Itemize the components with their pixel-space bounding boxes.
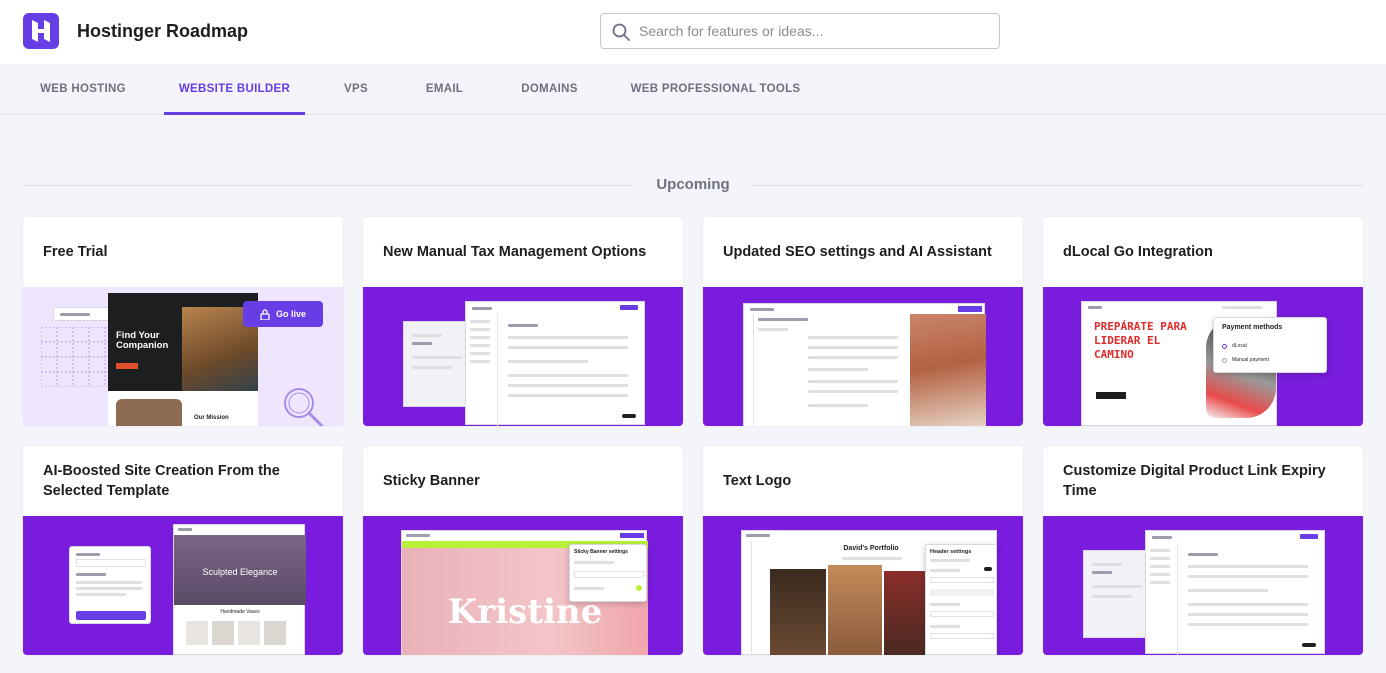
product-settings-mock — [1145, 530, 1325, 655]
go-live-badge: Go live — [243, 301, 323, 327]
header-settings-panel: Header settings — [925, 544, 997, 655]
order-summary-mock — [403, 321, 473, 407]
roadmap-card-seo-settings[interactable]: Updated SEO settings and AI Assistant — [703, 217, 1023, 426]
card-preview: Kristine Sticky Banner settings — [363, 516, 683, 655]
site-hero: Find Your Companion — [108, 293, 258, 391]
card-preview — [1043, 516, 1363, 655]
card-preview: Sculpted Elegance Handmade Vases — [23, 516, 343, 655]
tab-email[interactable]: EMAIL — [407, 64, 482, 114]
card-title: Updated SEO settings and AI Assistant — [723, 244, 992, 260]
card-title: AI-Boosted Site Creation From the Select… — [43, 463, 280, 499]
brand-form-mock — [69, 546, 151, 624]
card-title: Text Logo — [723, 473, 792, 489]
tab-web-professional-tools[interactable]: WEB PROFESSIONAL TOOLS — [617, 64, 814, 114]
roadmap-card-dlocal[interactable]: dLocal Go Integration PREPÁRATE PARA LID… — [1043, 217, 1363, 426]
hostinger-logo-icon[interactable] — [23, 13, 59, 49]
roadmap-card-sticky-banner[interactable]: Sticky Banner Kristine Sticky Banner set… — [363, 446, 683, 655]
roadmap-card-text-logo[interactable]: Text Logo David's Portfolio Header setti… — [703, 446, 1023, 655]
roadmap-card-free-trial[interactable]: Free Trial Find Your Companion Go live O… — [23, 217, 343, 426]
poster-text: PREPÁRATE PARA LIDERAR EL CAMINO — [1094, 320, 1187, 361]
payment-methods-panel: Payment methods dLocal Manual payment — [1213, 317, 1327, 373]
tab-web-hosting[interactable]: WEB HOSTING — [23, 64, 143, 114]
card-preview — [703, 287, 1023, 426]
hero-title: Sculpted Elegance — [202, 567, 278, 577]
site-name: David's Portfolio — [843, 545, 899, 552]
card-title: Customize Digital Product Link Expiry Ti… — [1063, 463, 1326, 499]
tab-website-builder[interactable]: WEBSITE BUILDER — [164, 64, 305, 115]
roadmap-card-ai-boosted-site[interactable]: AI-Boosted Site Creation From the Select… — [23, 446, 343, 655]
search-box[interactable] — [600, 13, 1000, 49]
card-title: Sticky Banner — [383, 473, 480, 489]
card-preview — [363, 287, 683, 426]
card-title: dLocal Go Integration — [1063, 244, 1213, 260]
card-preview: Find Your Companion Go live Our Mission — [23, 287, 343, 426]
card-preview: PREPÁRATE PARA LIDERAR EL CAMINO Payment… — [1043, 287, 1363, 426]
hero-title: Find Your Companion — [116, 330, 169, 351]
hero-button — [116, 363, 138, 369]
card-title: Free Trial — [43, 244, 108, 260]
tab-domains[interactable]: DOMAINS — [502, 64, 597, 114]
app-title: Hostinger Roadmap — [77, 21, 249, 41]
sticky-banner-settings-panel: Sticky Banner settings — [569, 544, 647, 602]
settings-panel-mock — [465, 301, 645, 426]
roadmap-card-digital-product-link[interactable]: Customize Digital Product Link Expiry Ti… — [1043, 446, 1363, 655]
mission-section: Our Mission — [108, 391, 258, 426]
category-tabs: WEB HOSTING WEBSITE BUILDER VPS EMAIL DO… — [0, 64, 1386, 115]
search-input[interactable] — [639, 23, 979, 39]
magnifier-decoration-icon — [284, 388, 325, 426]
card-title: New Manual Tax Management Options — [383, 244, 647, 260]
upcoming-section-heading: Upcoming — [23, 172, 1363, 196]
divider — [753, 185, 1363, 186]
card-preview: David's Portfolio Header settings — [703, 516, 1023, 655]
template-preview-mock: Sculpted Elegance Handmade Vases — [173, 524, 306, 655]
lock-icon — [260, 308, 270, 320]
tab-vps[interactable]: VPS — [325, 64, 387, 114]
roadmap-card-manual-tax[interactable]: New Manual Tax Management Options — [363, 217, 683, 426]
search-icon — [612, 23, 630, 41]
seo-editor-mock — [743, 303, 986, 426]
top-header: Hostinger Roadmap — [0, 0, 1386, 64]
product-summary-mock — [1083, 550, 1153, 638]
